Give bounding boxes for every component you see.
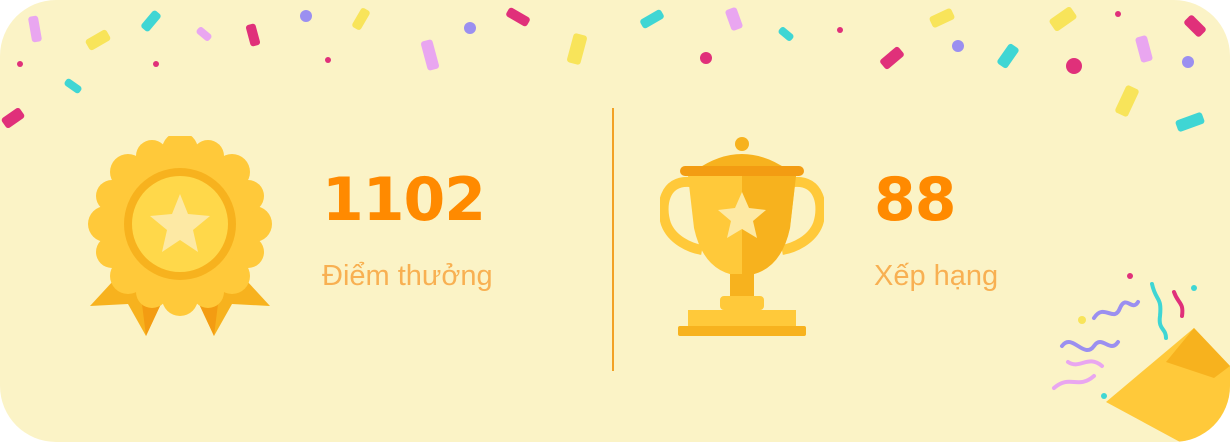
ranking-stat: 88 Xếp hạng bbox=[874, 170, 998, 292]
trophy-icon bbox=[660, 137, 824, 336]
points-value: 1102 bbox=[322, 165, 486, 235]
divider bbox=[612, 108, 614, 371]
party-popper-icon bbox=[1052, 273, 1230, 442]
points-label: Điểm thưởng bbox=[322, 260, 493, 292]
points-stat: 1102 Điểm thưởng bbox=[322, 170, 493, 292]
medal-icon bbox=[88, 136, 272, 336]
ranking-label: Xếp hạng bbox=[874, 260, 999, 292]
ranking-value: 88 bbox=[874, 165, 957, 235]
rewards-card: 1102 Điểm thưởng 88 Xếp hạng bbox=[0, 0, 1230, 442]
